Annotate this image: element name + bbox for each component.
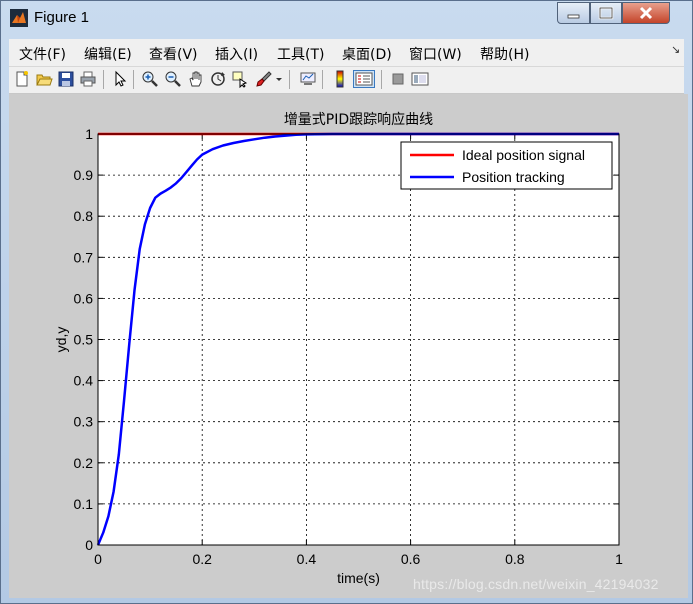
maximize-icon: [598, 6, 614, 20]
colorbar-icon[interactable]: [331, 70, 349, 88]
toolbar-separator: [289, 70, 290, 89]
minimize-icon: [567, 14, 580, 19]
x-tick-label: 0: [94, 551, 102, 567]
y-tick-label: 0.4: [74, 373, 94, 389]
chart-title: 增量式PID跟踪响应曲线: [284, 111, 433, 128]
y-tick-label: 0.6: [74, 290, 94, 306]
menu-insert[interactable]: 插入(I): [215, 44, 258, 64]
y-axis-label: yd,y: [53, 327, 69, 353]
brush-dropdown-icon[interactable]: [275, 70, 283, 88]
title-bar[interactable]: Figure 1: [1, 1, 692, 35]
save-icon[interactable]: [57, 70, 75, 88]
window-title: Figure 1: [34, 9, 90, 26]
minimize-button[interactable]: [557, 2, 590, 24]
menu-help[interactable]: 帮助(H): [480, 44, 529, 64]
open-folder-icon[interactable]: [35, 70, 53, 88]
x-tick-label: 0.6: [401, 551, 421, 567]
toolbar-separator: [133, 70, 134, 89]
axes[interactable]: 0 0.2 0.4 0.6 0.8 1 0 0.1 0.2 0.3 0.4 0.5 0.6 0.7 0.8 0…: [53, 111, 623, 586]
toolbar-separator: [381, 70, 382, 89]
figure-toolbar: [9, 67, 684, 94]
zoom-out-icon[interactable]: [164, 70, 182, 88]
x-axis-label: time(s): [337, 570, 380, 586]
menu-desktop[interactable]: 桌面(D): [342, 44, 392, 64]
y-tick-label: 0.5: [74, 332, 94, 348]
legend-icon[interactable]: [353, 70, 375, 88]
menu-dock-arrow-icon[interactable]: ↘: [671, 43, 680, 56]
menu-edit[interactable]: 编辑(E): [84, 44, 132, 64]
new-file-icon[interactable]: [13, 70, 31, 88]
x-tick-label: 1: [615, 551, 623, 567]
watermark-text: https://blog.csdn.net/weixin_42194032: [413, 576, 659, 592]
zoom-in-icon[interactable]: [141, 70, 159, 88]
menu-file[interactable]: 文件(F): [19, 44, 66, 64]
toolbar-separator: [103, 70, 104, 89]
figure-canvas: 0 0.2 0.4 0.6 0.8 1 0 0.1 0.2 0.3 0.4 0.5 0.6 0.7 0.8 0…: [9, 94, 688, 598]
y-tick-label: 0.2: [74, 455, 94, 471]
menu-view[interactable]: 查看(V): [149, 44, 198, 64]
matlab-icon: [10, 9, 28, 27]
y-tick-label: 0.8: [74, 208, 94, 224]
hide-plot-tools-icon[interactable]: [389, 70, 407, 88]
menu-window[interactable]: 窗口(W): [409, 44, 462, 64]
legend-entry-label: Position tracking: [462, 169, 565, 185]
y-tick-label: 0.1: [74, 496, 94, 512]
link-plot-icon[interactable]: [299, 70, 317, 88]
show-plot-tools-icon[interactable]: [411, 70, 429, 88]
figure-window: Figure 1 文件(F) 编辑(E) 查看(V) 插入(I) 工具(T) 桌…: [0, 0, 693, 604]
print-icon[interactable]: [79, 70, 97, 88]
pan-hand-icon[interactable]: [187, 70, 205, 88]
rotate-3d-icon[interactable]: [209, 70, 227, 88]
x-tick-label: 0.8: [505, 551, 525, 567]
legend-entry-label: Ideal position signal: [462, 147, 585, 163]
y-tick-label: 0.3: [74, 414, 94, 430]
x-tick-label: 0.4: [297, 551, 317, 567]
data-cursor-icon[interactable]: [231, 70, 249, 88]
y-tick-label: 0.9: [74, 167, 94, 183]
menu-tools[interactable]: 工具(T): [277, 44, 324, 64]
menu-bar: 文件(F) 编辑(E) 查看(V) 插入(I) 工具(T) 桌面(D) 窗口(W…: [9, 39, 684, 67]
close-icon: [639, 6, 653, 20]
brush-icon[interactable]: [255, 70, 273, 88]
plot-svg: 0 0.2 0.4 0.6 0.8 1 0 0.1 0.2 0.3 0.4 0.5 0.6 0.7 0.8 0…: [53, 111, 623, 586]
y-tick-label: 1: [85, 126, 93, 142]
y-tick-label: 0.7: [74, 249, 94, 265]
x-tick-label: 0.2: [192, 551, 212, 567]
pointer-icon[interactable]: [111, 70, 129, 88]
y-tick-label: 0: [85, 537, 93, 553]
toolbar-separator: [322, 70, 323, 89]
close-button[interactable]: [622, 2, 670, 24]
maximize-button[interactable]: [590, 2, 622, 24]
